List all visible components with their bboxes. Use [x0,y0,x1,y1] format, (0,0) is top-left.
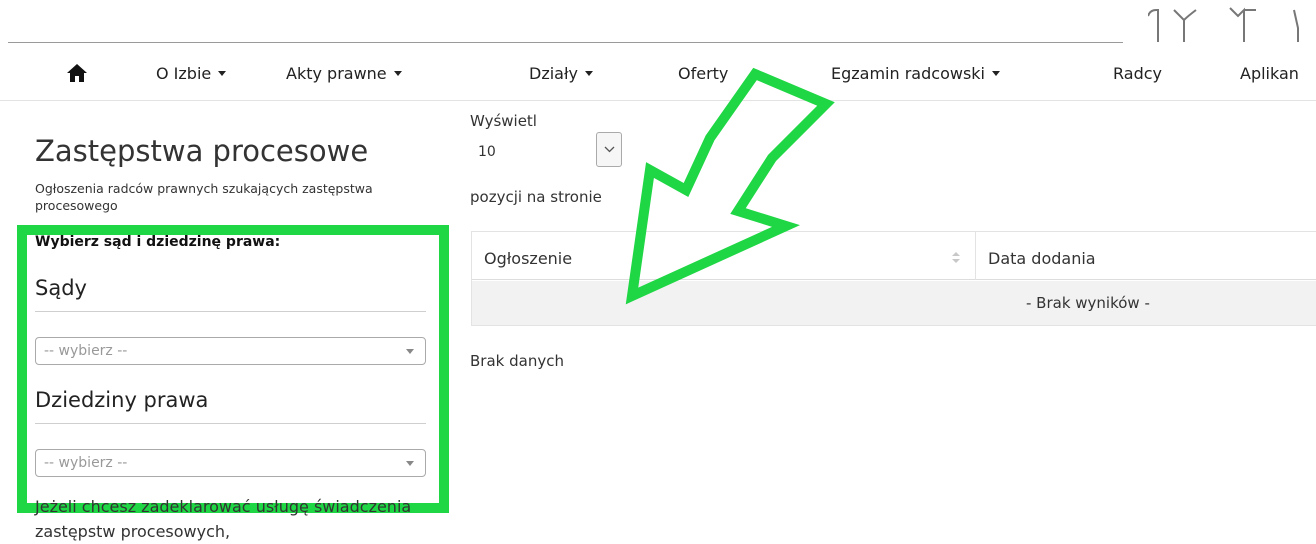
no-data-text: Brak danych [470,352,564,370]
per-page-label: pozycji na stronie [470,188,602,206]
nav-item-o-izbie[interactable]: O Izbie [156,64,227,83]
empty-results-text: - Brak wyników - [1026,294,1150,312]
law-areas-divider [35,423,426,424]
column-header-date-added[interactable]: Data dodania [976,232,1316,280]
results-table: Ogłoszenie Data dodania - Brak wyników - [471,231,1316,326]
sort-icon [952,252,960,263]
declare-service-text: Jeżeli chcesz zadeklarować usługę świadc… [35,497,412,541]
courts-title: Sądy [35,276,87,300]
dropdown-arrow-icon [406,349,414,354]
law-areas-title: Dziedziny prawa [35,388,209,412]
law-areas-select[interactable]: -- wybierz -- [35,449,426,477]
caret-down-icon [218,71,227,76]
page-title: Zastępstwa procesowe [35,134,369,168]
home-icon[interactable] [66,63,88,83]
logo-fragment [1147,6,1316,48]
page-size-select[interactable]: 10 [470,132,622,168]
caret-down-icon [393,71,402,76]
page-size-value: 10 [478,144,496,160]
table-row: - Brak wyników - [472,281,1316,326]
caret-down-icon [584,71,593,76]
courts-select-placeholder: -- wybierz -- [44,343,128,359]
page-size-dropdown-button[interactable] [596,132,622,167]
courts-select[interactable]: -- wybierz -- [35,337,426,365]
page-subtitle: Ogłoszenia radców prawnych szukających z… [35,181,373,213]
nav-item-dzialy[interactable]: Działy [529,64,593,83]
chevron-down-icon [604,146,615,153]
show-label: Wyświetl [470,112,537,130]
logo-icon [1147,7,1299,42]
caret-down-icon [991,71,1000,76]
nav-item-radcy[interactable]: Radcy [1113,64,1162,83]
law-areas-select-placeholder: -- wybierz -- [44,455,128,471]
dropdown-arrow-icon [406,461,414,466]
nav-item-akty-prawne[interactable]: Akty prawne [286,64,402,83]
annotation-arrow-icon [625,67,835,305]
header-divider [8,42,1123,43]
nav-item-egzamin-radcowski[interactable]: Egzamin radcowski [831,64,1000,83]
nav-item-aplikanci[interactable]: Aplikan [1240,64,1299,83]
courts-divider [35,311,426,312]
filter-heading: Wybierz sąd i dziedzinę prawa: [35,234,281,250]
